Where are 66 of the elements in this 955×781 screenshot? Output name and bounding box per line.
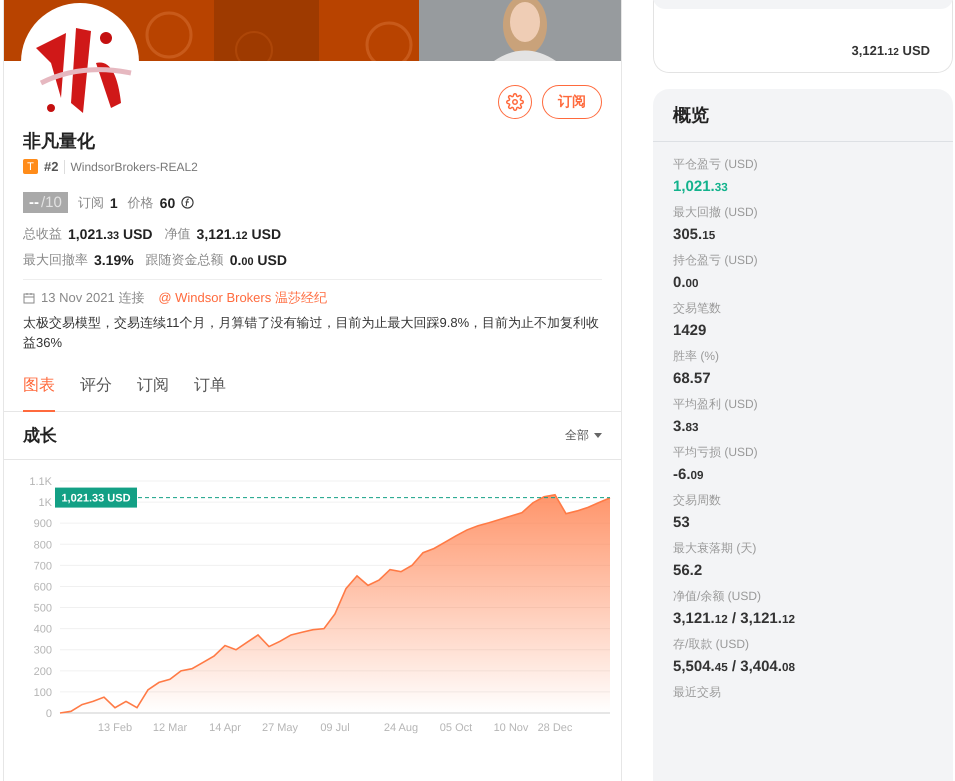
settings-icon [506,93,524,111]
overview-value: 68.57 [673,370,712,387]
stat-value: 60 [160,194,176,210]
axis-label: 27 May [262,722,298,734]
overview-label: 最大衰落期 (天) [673,540,758,557]
tab[interactable]: 订阅 [137,371,169,412]
ref-line-label: 1,021.33 USD [61,492,131,505]
overview-label: 净值/余额 (USD) [673,588,762,605]
axis-label: 05 Oct [440,722,472,734]
axis-label: 300 [34,644,52,657]
metric-label: 跟随资金总额 [146,251,224,269]
stat-label: 价格 [128,194,154,212]
trader-name: 非凡量化 [23,130,96,153]
axis-label: 600 [34,581,52,594]
axis-label: 400 [34,624,52,636]
axis-label: 500 [34,602,52,615]
axis-label: 1K [38,497,52,510]
connected-date: 13 Nov 2021 连接 [41,289,144,307]
axis-label: 10 Nov [494,722,528,734]
settings-button[interactable] [498,85,532,119]
overview-value: 56.2 [673,562,704,579]
panel-title: 概览 [653,89,953,142]
stat-label: 订阅 [78,194,104,212]
overview-label: 平均盈利 (USD) [673,396,759,413]
overview-label: 持仓盈亏 (USD) [673,252,759,269]
axis-label: 0 [46,708,52,720]
rating-score: --/10 [23,192,68,213]
overview-label: 交易笔数 [673,300,722,317]
overview-label: 交易周数 [673,492,722,509]
overview-label: 存/取款 (USD) [673,636,750,653]
axis-label: 14 Apr [209,722,241,734]
axis-label: 1.1K [29,476,52,488]
tab[interactable]: 订单 [194,371,226,412]
axis-label: 13 Feb [98,722,132,734]
overview-label: 胜率 (%) [673,348,720,365]
strategy-description: 太极交易模型，交易连续11个月，月算错了没有输过，目前为止最大回踩9.8%，目前为止不加复利收益36% [23,314,600,352]
range-dropdown[interactable]: 全部 [565,427,602,444]
calendar-icon [23,292,35,304]
caret-icon [594,433,602,438]
rank: #2 [44,159,58,174]
metric-label: 最大回撤率 [23,251,88,269]
overview-label: 最近交易 [673,684,722,701]
axis-label: 09 Jul [320,722,350,734]
type-badge: T [23,159,38,174]
axis-label: 800 [34,539,52,552]
metric-label: 净值 [164,225,191,243]
axis-label: 900 [34,518,52,530]
section-title: 成长 [23,425,57,447]
overview-value: 1429 [673,322,708,339]
coin-icon [181,196,194,209]
axis-label: 200 [34,666,52,678]
axis-label: 700 [34,560,52,572]
overview-value: 53 [673,514,691,531]
server-name: WindsorBrokers-REAL2 [64,160,198,174]
axis-label: 28 Dec [538,722,572,734]
overview-label: 最大回撤 (USD) [673,204,759,221]
axis-label: 100 [34,686,52,699]
axis-label: 12 Mar [152,722,188,734]
overview-label: 平均亏损 (USD) [673,444,759,461]
stat-value: 1 [110,194,118,210]
overview-label: 平仓盈亏 (USD) [673,156,759,173]
tab[interactable]: 评分 [80,371,112,412]
metric-value: 3.19% [94,252,134,268]
axis-label: 24 Aug [384,722,418,734]
value-tag: 1,021.33 USD [55,488,137,508]
metric-label: 总收益 [23,225,62,243]
